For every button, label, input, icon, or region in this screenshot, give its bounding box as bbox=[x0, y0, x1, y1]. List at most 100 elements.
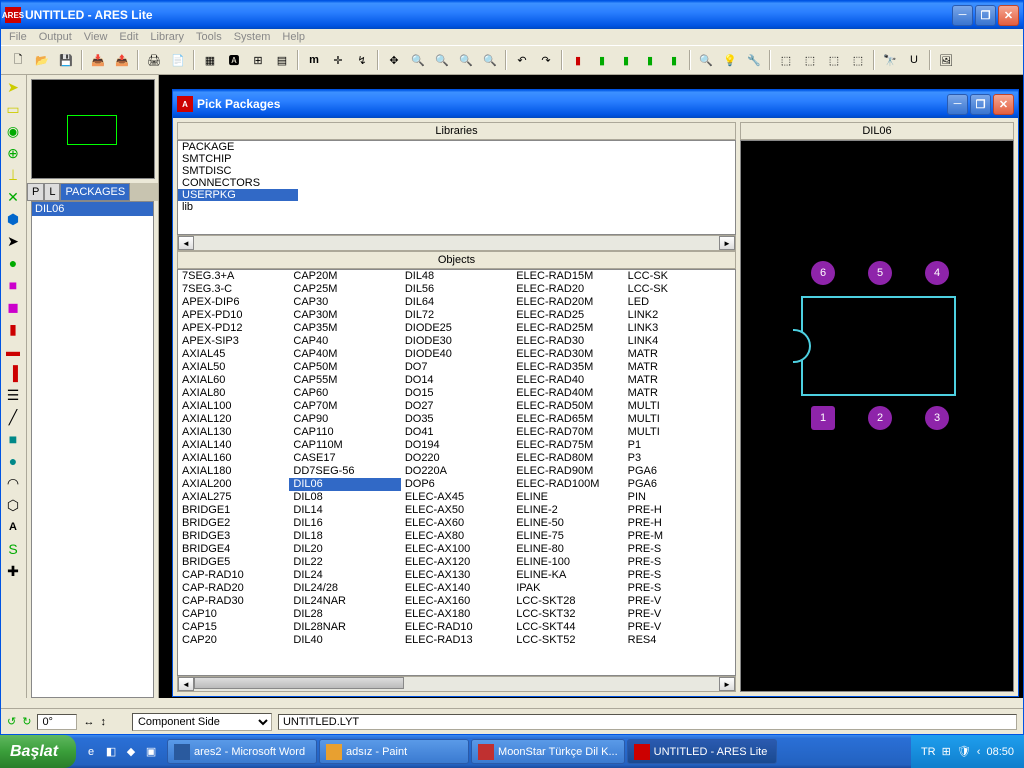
rotation-field[interactable]: 0° bbox=[37, 714, 77, 730]
zoom-in-icon[interactable]: 🔍 bbox=[407, 49, 429, 71]
object-item[interactable]: BRIDGE1 bbox=[178, 504, 289, 517]
object-item[interactable]: DIL40 bbox=[289, 634, 400, 647]
grid-icon[interactable]: ⊞ bbox=[247, 49, 269, 71]
export-icon[interactable]: 📤 bbox=[111, 49, 133, 71]
menu-file[interactable]: File bbox=[9, 31, 27, 43]
object-item[interactable]: AXIAL50 bbox=[178, 361, 289, 374]
block2-icon[interactable]: ▮ bbox=[591, 49, 613, 71]
object-item[interactable]: DIL08 bbox=[289, 491, 400, 504]
tab-p[interactable]: P bbox=[27, 183, 44, 201]
object-item[interactable]: PRE-S bbox=[624, 569, 735, 582]
object-item[interactable]: AXIAL275 bbox=[178, 491, 289, 504]
object-item[interactable]: DO14 bbox=[401, 374, 512, 387]
object-item[interactable]: ELINE-50 bbox=[512, 517, 623, 530]
object-item[interactable]: DO220 bbox=[401, 452, 512, 465]
scroll-right-icon[interactable]: ► bbox=[719, 236, 735, 250]
arrow-icon[interactable]: ➤ bbox=[3, 77, 23, 97]
object-item[interactable]: CAP55M bbox=[289, 374, 400, 387]
object-item[interactable]: PRE-V bbox=[624, 595, 735, 608]
object-item[interactable]: DIL24NAR bbox=[289, 595, 400, 608]
z-icon[interactable]: ↯ bbox=[351, 49, 373, 71]
object-item[interactable]: DO27 bbox=[401, 400, 512, 413]
library-item[interactable]: PACKAGE bbox=[178, 141, 735, 153]
object-item[interactable]: DIL18 bbox=[289, 530, 400, 543]
object-item[interactable]: ELINE-100 bbox=[512, 556, 623, 569]
object-item[interactable]: PGA6 bbox=[624, 478, 735, 491]
close-button[interactable]: ✕ bbox=[998, 5, 1019, 26]
object-item[interactable]: APEX-PD10 bbox=[178, 309, 289, 322]
object-item[interactable]: DD7SEG-56 bbox=[289, 465, 400, 478]
menu-output[interactable]: Output bbox=[39, 31, 72, 43]
poly-icon[interactable]: ⬡ bbox=[3, 495, 23, 515]
block3-icon[interactable]: ▮ bbox=[615, 49, 637, 71]
object-item[interactable]: ELEC-RAD10 bbox=[401, 621, 512, 634]
object-item[interactable]: DO15 bbox=[401, 387, 512, 400]
object-item[interactable]: AXIAL120 bbox=[178, 413, 289, 426]
menu-edit[interactable]: Edit bbox=[119, 31, 138, 43]
object-item[interactable]: ELEC-AX45 bbox=[401, 491, 512, 504]
overview-preview[interactable] bbox=[31, 79, 155, 179]
padrect-icon[interactable]: ■ bbox=[3, 275, 23, 295]
object-item[interactable]: AXIAL140 bbox=[178, 439, 289, 452]
object-item[interactable]: MULTI bbox=[624, 400, 735, 413]
minimize-button[interactable]: ─ bbox=[952, 5, 973, 26]
object-item[interactable]: DO194 bbox=[401, 439, 512, 452]
object-item[interactable]: PRE-H bbox=[624, 517, 735, 530]
tab-packages[interactable]: PACKAGES bbox=[60, 183, 130, 201]
tool-icon[interactable]: 🔧 bbox=[743, 49, 765, 71]
object-item[interactable]: CAP30 bbox=[289, 296, 400, 309]
library-item[interactable]: USERPKG bbox=[178, 189, 298, 201]
object-item[interactable]: PIN bbox=[624, 491, 735, 504]
metric-icon[interactable]: m bbox=[303, 49, 325, 71]
object-item[interactable]: ELINE bbox=[512, 491, 623, 504]
text-icon[interactable]: A bbox=[3, 517, 23, 537]
object-item[interactable]: ELINE-75 bbox=[512, 530, 623, 543]
rotate-cw-icon[interactable]: ↻ bbox=[22, 715, 31, 728]
object-item[interactable]: DIL14 bbox=[289, 504, 400, 517]
ql-icon[interactable]: ◆ bbox=[122, 741, 140, 763]
object-item[interactable]: MULTI bbox=[624, 413, 735, 426]
padbar-icon[interactable]: ▮ bbox=[3, 319, 23, 339]
object-item[interactable]: MATR bbox=[624, 387, 735, 400]
padstack-icon[interactable]: ☰ bbox=[3, 385, 23, 405]
object-item[interactable]: CAP10 bbox=[178, 608, 289, 621]
block4-icon[interactable]: ▮ bbox=[639, 49, 661, 71]
padshape2-icon[interactable]: ▐ bbox=[3, 363, 23, 383]
object-item[interactable]: APEX-PD12 bbox=[178, 322, 289, 335]
pan-icon[interactable]: ✥ bbox=[383, 49, 405, 71]
object-item[interactable]: PGA6 bbox=[624, 465, 735, 478]
object-item[interactable]: DIL28NAR bbox=[289, 621, 400, 634]
object-item[interactable]: LCC-SKT52 bbox=[512, 634, 623, 647]
line-icon[interactable]: ╱ bbox=[3, 407, 23, 427]
object-item[interactable]: BRIDGE5 bbox=[178, 556, 289, 569]
object-item[interactable]: CAP20 bbox=[178, 634, 289, 647]
object-item[interactable]: LCC-SKT32 bbox=[512, 608, 623, 621]
arc-icon[interactable]: ◠ bbox=[3, 473, 23, 493]
tray-icon[interactable]: ⊞ bbox=[942, 745, 951, 758]
import-icon[interactable]: 📥 bbox=[87, 49, 109, 71]
object-item[interactable]: ELEC-RAD90M bbox=[512, 465, 623, 478]
route1-icon[interactable]: ⬚ bbox=[775, 49, 797, 71]
padshape1-icon[interactable]: ▬ bbox=[3, 341, 23, 361]
object-item[interactable]: IPAK bbox=[512, 582, 623, 595]
object-item[interactable]: DIL56 bbox=[401, 283, 512, 296]
object-item[interactable]: AXIAL45 bbox=[178, 348, 289, 361]
menu-system[interactable]: System bbox=[234, 31, 271, 43]
object-item[interactable]: PRE-S bbox=[624, 582, 735, 595]
object-item[interactable]: BRIDGE3 bbox=[178, 530, 289, 543]
cursor-icon[interactable]: ➤ bbox=[3, 231, 23, 251]
tool-a-icon[interactable]: 🅰 bbox=[223, 49, 245, 71]
package-list[interactable]: DIL06 bbox=[31, 201, 154, 698]
object-item[interactable]: LED bbox=[624, 296, 735, 309]
object-item[interactable]: AXIAL80 bbox=[178, 387, 289, 400]
via-icon[interactable]: ✕ bbox=[3, 187, 23, 207]
view-icon[interactable]: 🖼 bbox=[935, 49, 957, 71]
object-item[interactable]: ELEC-AX60 bbox=[401, 517, 512, 530]
object-item[interactable]: 7SEG.3-C bbox=[178, 283, 289, 296]
object-item[interactable]: ELEC-RAD80M bbox=[512, 452, 623, 465]
zone-icon[interactable]: ⬢ bbox=[3, 209, 23, 229]
dialog-minimize-button[interactable]: ─ bbox=[947, 94, 968, 115]
package-item[interactable]: DIL06 bbox=[32, 202, 153, 216]
object-item[interactable]: ELEC-RAD50M bbox=[512, 400, 623, 413]
object-item[interactable]: LINK2 bbox=[624, 309, 735, 322]
